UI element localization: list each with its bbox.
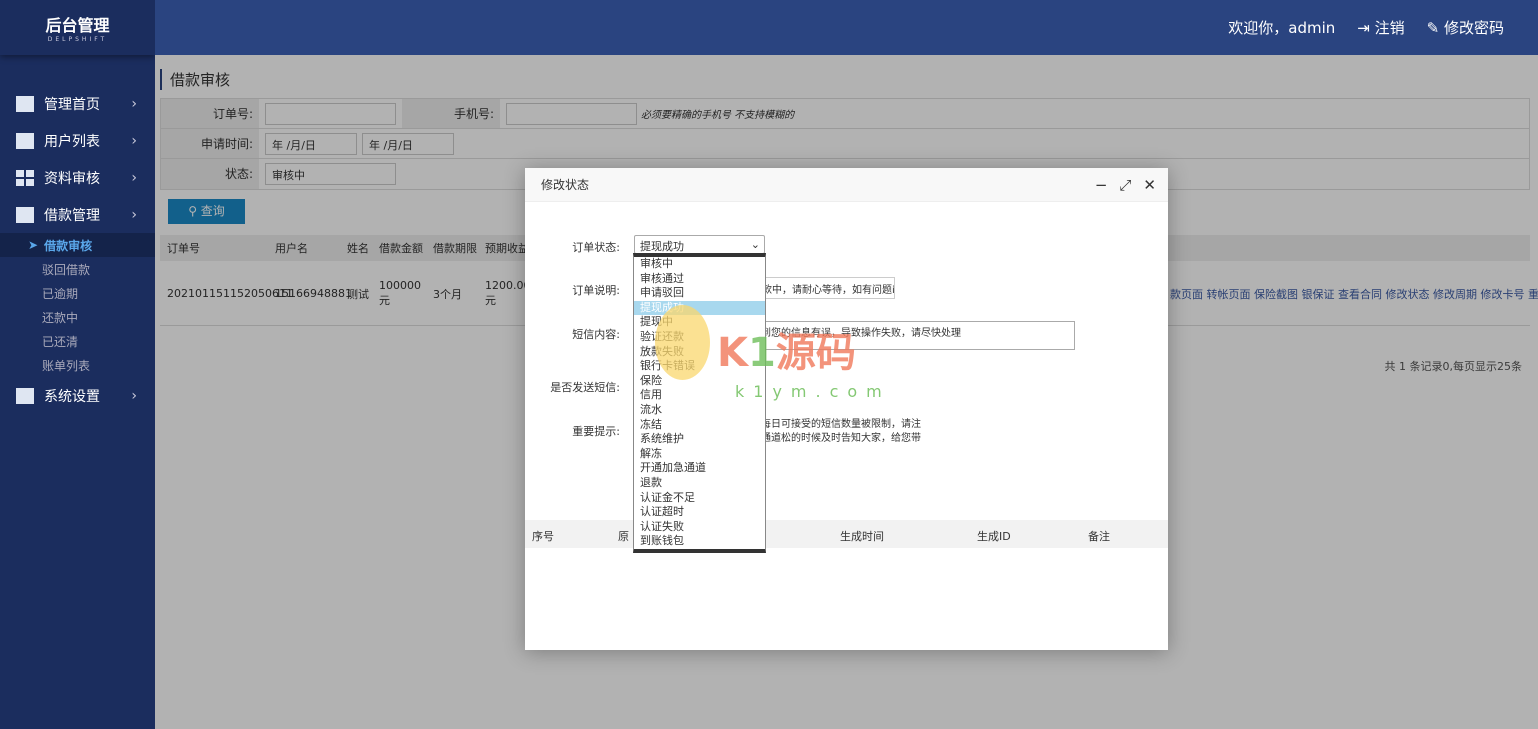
modal-table-header: 序号原生成时间 生成ID 备注 [525,520,1168,548]
status-option[interactable]: 审核中 [634,257,765,272]
status-option[interactable]: 提现成功 [634,300,765,316]
chevron-right-icon: › [131,206,137,223]
sidebar-item-users[interactable]: 用户列表 › [0,122,155,159]
status-option[interactable]: 退款 [634,476,765,491]
status-option[interactable]: 认证金不足 [634,491,765,506]
status-option[interactable]: 放款失败 [634,345,765,360]
status-option[interactable]: 认证超时 [634,505,765,520]
sidebar-sub-rejected[interactable]: 驳回借款 [0,257,155,281]
sidebar-sub-bills[interactable]: 账单列表 [0,353,155,377]
sidebar-item-review[interactable]: 资料审核 › [0,159,155,196]
top-header: 欢迎你，admin ⇥ 注销 ✎ 修改密码 [155,0,1538,55]
logout-icon: ⇥ [1357,19,1375,37]
status-option[interactable]: 银行卡错误 [634,359,765,374]
sidebar-sub-overdue[interactable]: 已逾期 [0,281,155,305]
receipt-icon [16,206,34,223]
important-tip-text: 每日可接受的短信数量被限制，请注 通道松的时候及时告知大家，给您带 [761,419,921,444]
sidebar-sub-repaying[interactable]: 还款中 [0,305,155,329]
status-option[interactable]: 冻结 [634,418,765,433]
monitor-icon [16,95,34,112]
sidebar-item-loans[interactable]: 借款管理 › [0,196,155,233]
chevron-right-icon: › [131,95,137,112]
minimize-icon[interactable]: − [1095,168,1108,202]
chevron-right-icon: › [131,132,137,149]
welcome-text: 欢迎你，admin [1228,19,1336,37]
edit-icon: ✎ [1426,19,1444,37]
logo: 后台管理 DELPSHIFT [0,0,155,55]
sidebar-sub-loan-review[interactable]: ➤ 借款审核 [0,233,155,257]
status-option[interactable]: 流水 [634,403,765,418]
grid-icon [16,169,34,186]
status-option[interactable]: 解冻 [634,447,765,462]
chevron-right-icon: › [131,387,137,404]
windows-icon [16,387,34,404]
status-option[interactable]: 申请驳回 [634,286,765,301]
modal-title: 修改状态 [541,178,590,192]
chevron-right-icon: › [131,169,137,186]
close-icon[interactable]: ✕ [1143,168,1156,202]
order-desc-input[interactable]: 款中，请耐心等待，如有问题i [755,277,895,299]
status-option[interactable]: 系统维护 [634,432,765,447]
sidebar-item-settings[interactable]: 系统设置 › [0,377,155,414]
status-option[interactable]: 认证失败 [634,520,765,535]
change-password-link[interactable]: ✎ 修改密码 [1427,17,1504,38]
sidebar-sub-paid[interactable]: 已还清 [0,329,155,353]
status-option[interactable]: 到账钱包 [634,534,765,549]
triangle-icon: ➤ [28,238,39,252]
maximize-icon[interactable]: ⤢ [1119,168,1131,202]
status-dropdown-list: 审核中 审核通过 申请驳回 提现成功 提现中 验证还款 放款失败 银行卡错误 保险 信用 流水 冻结系… [633,253,766,553]
status-option[interactable]: 审核通过 [634,272,765,287]
status-option[interactable]: 开通加急通道 [634,461,765,476]
status-option[interactable]: 保险 [634,374,765,389]
status-option[interactable]: 验证还款 [634,330,765,345]
chevron-down-icon: ⌄ [750,238,760,251]
user-icon [16,132,34,149]
logout-link[interactable]: ⇥ 注销 [1357,17,1404,38]
status-option[interactable]: 信用 [634,388,765,403]
status-option[interactable]: 提现中 [634,315,765,330]
edit-status-modal: 修改状态 − ⤢ ✕ 订单状态: 提现成功 ⌄ 审核中 审核通过 申请驳回 提现成功 提现中验… [525,168,1168,650]
order-status-select[interactable]: 提现成功 ⌄ [634,235,765,254]
sidebar: 后台管理 DELPSHIFT 管理首页 › 用户列表 › 资料审核 › 借款管理 › ➤ 借… [0,0,155,729]
sidebar-item-home[interactable]: 管理首页 › [0,85,155,122]
